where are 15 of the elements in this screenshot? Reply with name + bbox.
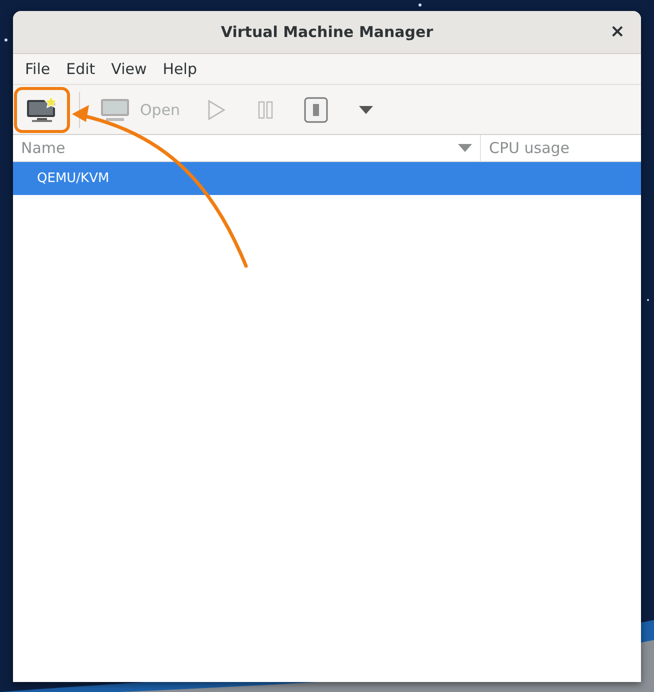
play-icon — [206, 98, 226, 120]
close-button[interactable]: × — [606, 21, 629, 42]
menu-item[interactable]: View — [103, 60, 155, 78]
connection-name: QEMU/KVM — [37, 171, 110, 186]
sort-caret-icon[interactable] — [458, 144, 472, 152]
window-title: Virtual Machine Manager — [220, 23, 434, 41]
pause-icon — [257, 100, 276, 120]
new-vm-icon — [25, 96, 59, 124]
connection-row[interactable]: QEMU/KVM — [13, 162, 641, 195]
menu-item[interactable]: File — [17, 60, 58, 78]
menu-item[interactable]: Edit — [58, 60, 104, 78]
dropdown-caret-icon — [358, 104, 374, 114]
menu-item[interactable]: Help — [154, 60, 205, 78]
power-switch-icon — [304, 96, 328, 122]
monitor-icon — [100, 96, 130, 122]
